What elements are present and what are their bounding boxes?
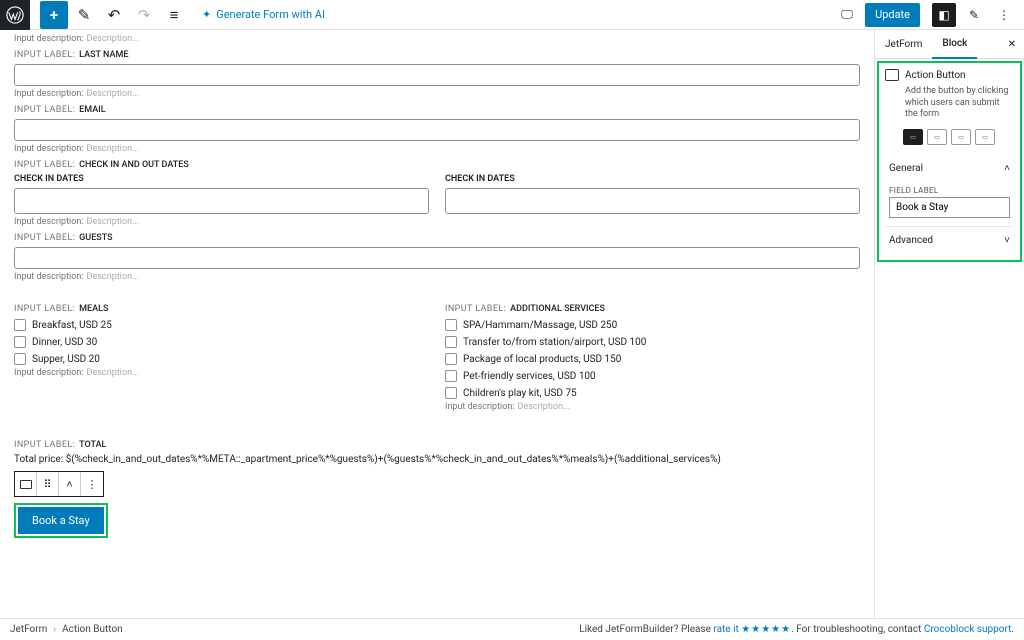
section-general[interactable]: General ˄ <box>885 155 1014 182</box>
input-guests[interactable] <box>14 247 860 269</box>
field-last-name: INPUT LABEL:LAST NAME Input description:… <box>14 50 860 99</box>
field-email: INPUT LABEL:EMAIL Input description:Desc… <box>14 105 860 154</box>
desktop-icon: 🖵 <box>841 7 853 22</box>
tab-block[interactable]: Block <box>932 30 977 59</box>
kebab-icon: ⋮ <box>998 8 1010 22</box>
label-total[interactable]: TOTAL <box>79 440 106 450</box>
block-type-button[interactable] <box>15 472 37 496</box>
service-option[interactable]: SPA/Hammam/Massage, USD 250 <box>445 319 860 331</box>
checkbox-icon[interactable] <box>445 353 457 365</box>
desc-placeholder[interactable]: Description... <box>87 34 140 44</box>
label-meals[interactable]: MEALS <box>79 304 108 314</box>
drag-handle[interactable]: ⠿ <box>37 472 59 496</box>
chevron-down-icon: ˅ <box>1004 235 1010 246</box>
action-button-block-selected: Book a Stay <box>14 503 108 538</box>
input-check-in[interactable] <box>14 188 429 214</box>
meal-option[interactable]: Dinner, USD 30 <box>14 336 429 348</box>
close-icon: ✕ <box>1008 39 1016 50</box>
block-inspector-title: Action Button <box>905 70 966 81</box>
rate-link[interactable]: rate it ★★★★★ <box>713 624 791 635</box>
block-style-variations: ▭ ▭ ▭ ▭ <box>903 129 1014 145</box>
service-option[interactable]: Transfer to/from station/airport, USD 10… <box>445 336 860 348</box>
label-email[interactable]: EMAIL <box>79 105 105 115</box>
service-option[interactable]: Children's play kit, USD 75 <box>445 387 860 399</box>
checkbox-icon[interactable] <box>14 336 26 348</box>
block-toolbar: ⠿ ˄ ⋮ <box>14 471 104 497</box>
field-meals: INPUT LABEL:MEALS Breakfast, USD 25 Dinn… <box>14 304 429 412</box>
meal-option[interactable]: Supper, USD 20 <box>14 353 429 365</box>
block-variation-alt3[interactable]: ▭ <box>975 129 995 145</box>
chevron-up-icon: ˄ <box>1004 163 1010 174</box>
sparkle-icon: ✦ <box>202 8 211 21</box>
input-check-out[interactable] <box>445 188 860 214</box>
checkbox-icon[interactable] <box>445 387 457 399</box>
block-more-button[interactable]: ⋮ <box>81 472 103 496</box>
kebab-icon: ⋮ <box>87 478 98 491</box>
label-check-out: CHECK IN DATES <box>445 174 860 184</box>
field-label-input[interactable] <box>889 197 1010 218</box>
field-additional-services: INPUT LABEL:ADDITIONAL SERVICES SPA/Hamm… <box>445 304 860 412</box>
add-block-button[interactable]: + <box>40 1 68 29</box>
checkbox-icon[interactable] <box>445 370 457 382</box>
action-button-block-icon <box>885 69 899 81</box>
generate-form-ai-button[interactable]: ✦ Generate Form with AI <box>202 8 325 21</box>
close-sidebar-button[interactable]: ✕ <box>1000 33 1024 56</box>
book-a-stay-button[interactable]: Book a Stay <box>18 507 104 534</box>
editor-bottom-bar: JetForm › Action Button Liked JetFormBui… <box>0 618 1024 640</box>
breadcrumb-current[interactable]: Action Button <box>62 624 123 635</box>
chevron-up-icon: ˄ <box>66 478 72 491</box>
service-option[interactable]: Pet-friendly services, USD 100 <box>445 370 860 382</box>
field-check-dates: INPUT LABEL:CHECK IN AND OUT DATES CHECK… <box>14 160 860 227</box>
checkbox-icon[interactable] <box>14 319 26 331</box>
move-up-button[interactable]: ˄ <box>59 472 81 496</box>
label-check-in: CHECK IN DATES <box>14 174 429 184</box>
preview-button[interactable]: 🖵 <box>835 3 859 27</box>
block-inspector-description: Add the button by clicking which users c… <box>905 86 1014 121</box>
support-link[interactable]: Crocoblock support <box>924 624 1012 635</box>
field-label-caption: FIELD LABEL <box>889 186 1010 195</box>
more-options-button[interactable]: ⋮ <box>992 3 1016 27</box>
editor-canvas[interactable]: Input description:Description... INPUT L… <box>0 30 874 618</box>
block-variation-alt1[interactable]: ▭ <box>927 129 947 145</box>
edit-tool-button[interactable]: ✎ <box>70 1 98 29</box>
label-check-dates[interactable]: CHECK IN AND OUT DATES <box>79 160 189 170</box>
wordpress-logo[interactable] <box>0 0 30 30</box>
breadcrumb-root[interactable]: JetForm <box>10 624 47 635</box>
block-inspector-highlight: Action Button Add the button by clicking… <box>877 61 1022 262</box>
input-last-name[interactable] <box>14 64 860 86</box>
document-overview-button[interactable]: ≡ <box>160 1 188 29</box>
breadcrumb-sep-icon: › <box>53 625 56 635</box>
checkbox-icon[interactable] <box>14 353 26 365</box>
meal-option[interactable]: Breakfast, USD 25 <box>14 319 429 331</box>
label-additional[interactable]: ADDITIONAL SERVICES <box>510 304 605 314</box>
service-option[interactable]: Package of local products, USD 150 <box>445 353 860 365</box>
editor-top-toolbar: + ✎ ↶ ↷ ≡ ✦ Generate Form with AI 🖵 Upda… <box>0 0 1024 30</box>
stars-icon: ★★★★★ <box>741 624 791 635</box>
block-variation-alt2[interactable]: ▭ <box>951 129 971 145</box>
label-guests[interactable]: GUESTS <box>79 233 112 243</box>
desc-caption: Input description: <box>14 34 84 44</box>
settings-sidebar-toggle[interactable]: ◧ <box>932 3 956 27</box>
checkbox-icon[interactable] <box>445 319 457 331</box>
jetform-panel-button[interactable]: ✎ <box>962 3 986 27</box>
sidebar-icon: ◧ <box>938 8 949 22</box>
input-email[interactable] <box>14 119 860 141</box>
field-total: INPUT LABEL:TOTAL Total price: $(%check_… <box>14 440 860 465</box>
settings-sidebar: JetForm Block ✕ Action Button Add the bu… <box>874 30 1024 618</box>
undo-button[interactable]: ↶ <box>100 1 128 29</box>
section-advanced[interactable]: Advanced ˅ <box>885 226 1014 254</box>
update-button[interactable]: Update <box>865 3 920 27</box>
ai-button-label: Generate Form with AI <box>216 8 325 21</box>
redo-button[interactable]: ↷ <box>130 1 158 29</box>
total-formula-text[interactable]: Total price: $(%check_in_and_out_dates%*… <box>14 454 860 465</box>
checkbox-icon[interactable] <box>445 336 457 348</box>
label-last-name[interactable]: LAST NAME <box>79 50 128 60</box>
pencil-icon: ✎ <box>969 8 979 22</box>
block-variation-default[interactable]: ▭ <box>903 129 923 145</box>
field-guests: INPUT LABEL:GUESTS Input description:Des… <box>14 233 860 282</box>
drag-icon: ⠿ <box>43 478 51 491</box>
block-icon <box>20 480 32 489</box>
tab-jetform[interactable]: JetForm <box>875 31 932 58</box>
